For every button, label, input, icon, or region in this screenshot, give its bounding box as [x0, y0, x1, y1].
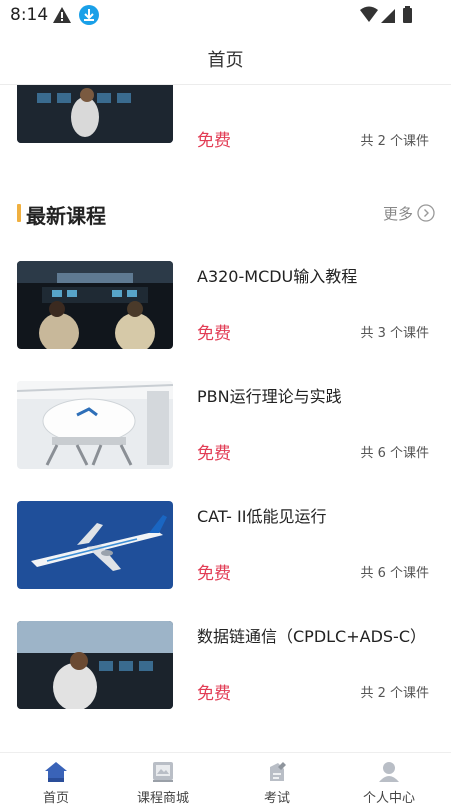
system-status-icons — [360, 6, 412, 23]
course-title: A320-MCDU输入教程 — [197, 267, 358, 286]
tab-label: 个人中心 — [362, 791, 415, 806]
course-title: 数据链通信（CPDLC+ADS-C） — [197, 627, 427, 646]
course-card-partial[interactable]: 免费 共 2 个课件 — [0, 85, 451, 175]
tab-exam[interactable]: 考试 — [221, 753, 333, 806]
tab-label: 课程商城 — [136, 791, 189, 806]
more-link[interactable]: 更多 — [383, 202, 435, 224]
tab-label: 考试 — [263, 791, 290, 806]
warning-icon — [53, 7, 71, 23]
more-label: 更多 — [382, 204, 413, 223]
course-price: 免费 — [197, 444, 231, 464]
status-bar: 8:14 — [0, 0, 451, 30]
signal-icon — [381, 9, 395, 23]
course-card[interactable]: A320-MCDU输入教程 免费 共 3 个课件 — [0, 259, 451, 379]
course-card[interactable]: CAT- II低能见运行 免费 共 6 个课件 — [0, 499, 451, 619]
wifi-icon — [360, 6, 378, 22]
header-bar: 首页 — [0, 30, 451, 85]
course-lesson-count: 共 6 个课件 — [360, 566, 429, 581]
course-price: 免费 — [197, 684, 231, 704]
course-thumbnail — [17, 621, 173, 709]
exam-icon — [270, 762, 286, 781]
course-lesson-count: 共 6 个课件 — [360, 446, 429, 461]
course-card[interactable]: PBN运行理论与实践 免费 共 6 个课件 — [0, 379, 451, 499]
latest-courses-section: 最新课程 更多 A320-MCDU输入教程 免费 共 3 个课件 PBN运行理论… — [0, 172, 451, 752]
course-lesson-count: 共 3 个课件 — [360, 326, 429, 341]
chevron-right-circle-icon — [417, 204, 435, 222]
book-icon — [153, 762, 173, 782]
tab-home[interactable]: 首页 — [0, 753, 112, 806]
section-accent-bar — [17, 204, 21, 222]
course-title: PBN运行理论与实践 — [197, 387, 342, 406]
download-icon — [79, 5, 99, 25]
course-lesson-count: 共 2 个课件 — [360, 686, 429, 701]
course-price: 免费 — [197, 131, 231, 151]
tab-course-mall[interactable]: 课程商城 — [107, 753, 219, 806]
course-thumbnail — [17, 501, 173, 589]
user-icon — [379, 762, 399, 782]
course-price: 免费 — [197, 564, 231, 584]
status-time: 8:14 — [10, 5, 49, 25]
course-thumbnail — [17, 381, 173, 469]
course-price: 免费 — [197, 324, 231, 344]
page-title: 首页 — [207, 50, 244, 71]
course-thumbnail — [17, 261, 173, 349]
home-icon — [45, 762, 67, 782]
tab-profile[interactable]: 个人中心 — [333, 753, 445, 806]
battery-icon — [403, 8, 412, 23]
section-title: 最新课程 — [26, 204, 106, 228]
course-lesson-count: 共 2 个课件 — [360, 134, 429, 149]
tab-label: 首页 — [42, 791, 69, 806]
course-card[interactable]: 数据链通信（CPDLC+ADS-C） 免费 共 2 个课件 — [0, 619, 451, 739]
bottom-tab-bar: 首页 课程商城 考试 个人中心 — [0, 752, 451, 806]
home-content[interactable]: 免费 共 2 个课件 最新课程 更多 A320-MCDU输入教程 免费 共 3 … — [0, 85, 451, 752]
course-title: CAT- II低能见运行 — [197, 507, 327, 526]
course-thumbnail — [17, 85, 173, 143]
